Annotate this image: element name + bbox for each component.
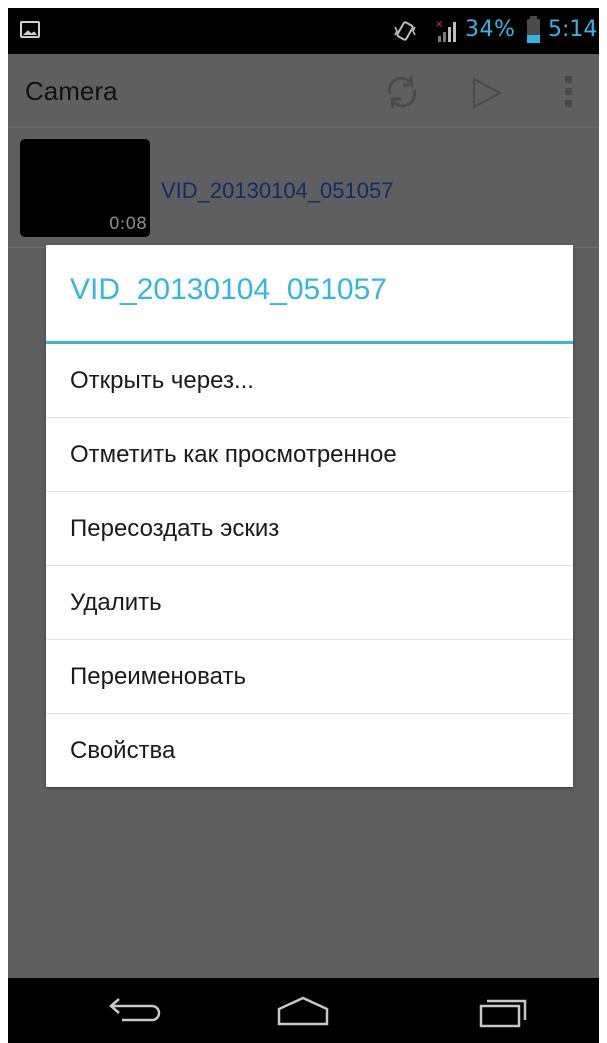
navigation-bar — [8, 978, 599, 1043]
overflow-menu-icon[interactable] — [565, 76, 573, 110]
dialog-options: Открыть через... Отметить как просмотрен… — [46, 344, 573, 788]
video-thumbnail[interactable]: 0:08 — [20, 139, 150, 237]
video-duration: 0:08 — [108, 214, 147, 234]
recent-apps-icon[interactable] — [473, 992, 533, 1032]
back-icon[interactable] — [102, 992, 162, 1032]
video-title[interactable]: VID_20130104_051057 — [161, 178, 393, 204]
battery-percent: 34% — [465, 17, 516, 42]
menu-item-delete[interactable]: Удалить — [46, 566, 573, 640]
status-time: 5:14 — [548, 17, 598, 42]
list-item[interactable]: 0:08 VID_20130104_051057 — [8, 128, 599, 248]
menu-item-mark-watched[interactable]: Отметить как просмотренное — [46, 418, 573, 492]
status-bar: × 34% 5:14 — [8, 8, 599, 54]
menu-item-properties[interactable]: Свойства — [46, 714, 573, 788]
dialog-title: VID_20130104_051057 — [70, 273, 387, 306]
context-menu-dialog: VID_20130104_051057 Открыть через... Отм… — [46, 245, 573, 787]
phone-screen: × 34% 5:14 Camera 0:08 VID_20130104_0510… — [8, 8, 599, 1043]
refresh-icon[interactable] — [382, 72, 422, 112]
menu-item-regenerate-thumbnail[interactable]: Пересоздать эскиз — [46, 492, 573, 566]
battery-icon — [527, 16, 540, 43]
menu-item-rename[interactable]: Переименовать — [46, 640, 573, 714]
no-signal-icon: × — [435, 19, 456, 42]
page-title: Camera — [25, 76, 118, 106]
home-icon[interactable] — [273, 992, 333, 1032]
action-bar: Camera — [8, 54, 599, 128]
play-icon[interactable] — [470, 76, 504, 110]
menu-item-open-with[interactable]: Открыть через... — [46, 344, 573, 418]
svg-text:×: × — [435, 19, 443, 30]
vibrate-icon — [394, 21, 416, 41]
gallery-notification-icon — [20, 21, 40, 38]
